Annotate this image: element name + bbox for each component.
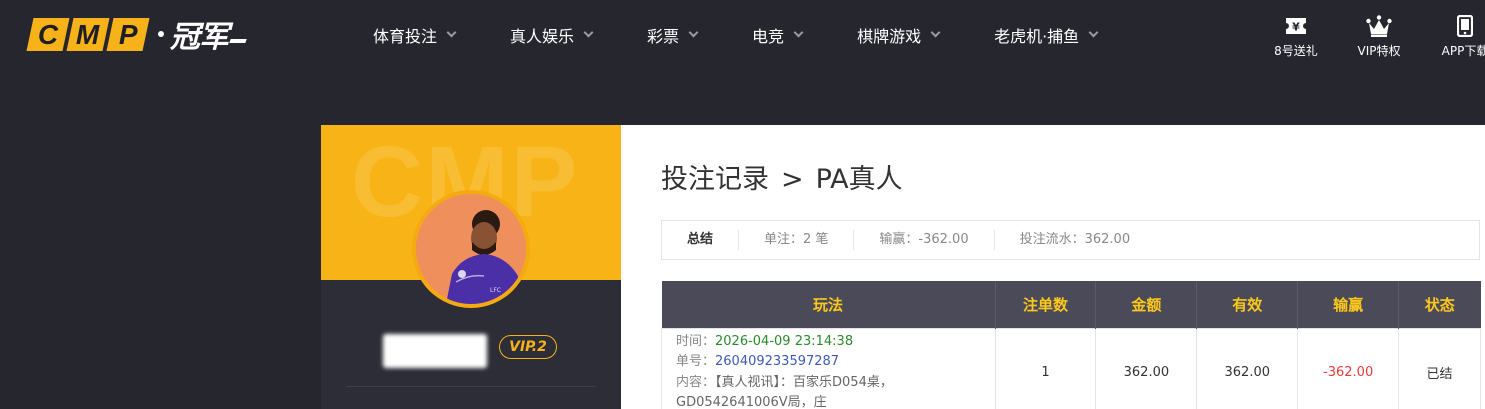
nav-lottery[interactable]: 彩票 bbox=[647, 23, 699, 47]
vip-shortcut[interactable]: VIP特权 bbox=[1344, 14, 1414, 59]
col-header-count: 注单数 bbox=[995, 281, 1097, 328]
bet-valid: 362.00 bbox=[1196, 327, 1299, 409]
nav-label: 电竞 bbox=[752, 27, 785, 46]
svg-text:LFC: LFC bbox=[490, 287, 501, 294]
bet-count: 1 bbox=[994, 327, 1097, 409]
shortcut-label: APP下载 bbox=[1441, 44, 1485, 58]
gift-shortcut[interactable]: ¥ 8号送礼 bbox=[1261, 14, 1331, 59]
col-header-game: 玩法 bbox=[661, 281, 996, 328]
chevron-down-icon bbox=[793, 27, 804, 38]
chevron-down-icon bbox=[583, 27, 594, 38]
phone-icon bbox=[1430, 14, 1485, 38]
avatar-image: LFC bbox=[416, 194, 526, 304]
svg-text:¥: ¥ bbox=[1292, 21, 1300, 34]
nav-label: 真人娱乐 bbox=[510, 27, 575, 46]
shortcut-label: 8号送礼 bbox=[1274, 44, 1318, 58]
summary-bar: 总结 单注：2 笔 输赢：-362.00 投注流水：362.00 bbox=[661, 220, 1480, 260]
chevron-down-icon bbox=[1088, 27, 1099, 38]
nav-esports[interactable]: 电竞 bbox=[752, 23, 804, 47]
summary-winloss: 输赢：-362.00 bbox=[854, 230, 995, 250]
col-header-valid: 有效 bbox=[1196, 281, 1299, 328]
nav-label: 彩票 bbox=[647, 27, 680, 46]
nav-slots-fishing[interactable]: 老虎机·捕鱼 bbox=[994, 23, 1099, 47]
bet-number[interactable]: 260409233597287 bbox=[715, 354, 839, 369]
bet-time-line: 时间：2026-04-09 23:14:38 bbox=[676, 332, 981, 353]
main-nav: 体育投注 真人娱乐 彩票 电竞 棋牌游戏 老虎机·捕鱼 bbox=[373, 0, 1099, 70]
profile-panel: CMP LFC VIP.2 bbox=[321, 125, 621, 409]
bet-winloss: -362.00 bbox=[1297, 327, 1400, 409]
bet-status: 已结 bbox=[1398, 327, 1481, 409]
gift-ticket-icon: ¥ bbox=[1261, 14, 1331, 38]
top-header: C M P 冠军 体育投注 真人娱乐 彩票 电竞 棋牌游戏 老虎机·捕鱼 ¥ 8… bbox=[0, 0, 1485, 70]
bet-detail-cell: 时间：2026-04-09 23:14:38 单号：26040923359728… bbox=[661, 327, 996, 409]
bet-time: 2026-04-09 23:14:38 bbox=[715, 333, 854, 349]
username-redacted bbox=[383, 334, 487, 368]
logo-letter-box: M bbox=[66, 17, 110, 51]
bet-number-line: 单号：260409233597287 bbox=[676, 352, 981, 373]
logo-letter-box: C bbox=[26, 17, 70, 51]
bet-content-line: 内容：【真人视讯】：百家乐D054桌， bbox=[676, 373, 981, 394]
logo-letter: P bbox=[118, 18, 138, 49]
nav-board-games[interactable]: 棋牌游戏 bbox=[857, 23, 941, 47]
chevron-down-icon bbox=[688, 27, 699, 38]
nav-live-casino[interactable]: 真人娱乐 bbox=[510, 23, 594, 47]
breadcrumb-current: PA真人 bbox=[815, 164, 903, 195]
table-header-row: 玩法 注单数 金额 有效 输赢 状态 bbox=[661, 281, 1481, 328]
breadcrumb-separator: > bbox=[781, 164, 804, 195]
nav-label: 老虎机·捕鱼 bbox=[994, 27, 1080, 46]
bet-records-table: 玩法 注单数 金额 有效 输赢 状态 时间：2026-04-09 23:14:3… bbox=[661, 281, 1481, 409]
col-header-winloss: 输赢 bbox=[1297, 281, 1400, 328]
logo-dot bbox=[158, 31, 164, 37]
chevron-down-icon bbox=[446, 27, 457, 38]
logo-tail-mark bbox=[229, 39, 247, 43]
time-label: 时间： bbox=[676, 333, 716, 349]
logo-letter: M bbox=[76, 18, 100, 49]
divider bbox=[346, 386, 596, 387]
nav-label: 体育投注 bbox=[373, 27, 438, 46]
bet-content-cont: GD0542641006V局，庄 bbox=[676, 395, 827, 409]
number-label: 单号： bbox=[676, 354, 716, 369]
bet-amount: 362.00 bbox=[1095, 327, 1198, 409]
bet-records-panel: 投注记录 > PA真人 总结 单注：2 笔 输赢：-362.00 投注流水：362.… bbox=[621, 125, 1485, 409]
cmp-logo[interactable]: C M P 冠军 bbox=[26, 16, 247, 55]
logo-letter-box: P bbox=[106, 17, 150, 51]
logo-letter: C bbox=[37, 18, 59, 49]
summary-title: 总结 bbox=[662, 230, 740, 250]
bet-content: 【真人视讯】：百家乐D054桌， bbox=[715, 374, 893, 390]
crown-icon bbox=[1344, 14, 1414, 38]
table-row[interactable]: 时间：2026-04-09 23:14:38 单号：26040923359728… bbox=[661, 327, 1481, 409]
col-header-amount: 金额 bbox=[1095, 281, 1198, 328]
page-title: 投注记录 > PA真人 bbox=[661, 157, 903, 196]
chevron-down-icon bbox=[930, 27, 941, 38]
nav-label: 棋牌游戏 bbox=[857, 27, 922, 46]
content-label: 内容： bbox=[676, 374, 716, 390]
nav-sports[interactable]: 体育投注 bbox=[373, 23, 457, 47]
avatar[interactable]: LFC bbox=[412, 190, 530, 308]
col-header-status: 状态 bbox=[1398, 281, 1481, 328]
vip-badge[interactable]: VIP.2 bbox=[499, 335, 557, 359]
shortcut-label: VIP特权 bbox=[1357, 44, 1401, 58]
summary-turnover: 投注流水：362.00 bbox=[1019, 232, 1131, 247]
logo-brand-text: 冠军 bbox=[170, 20, 229, 55]
summary-bet-count: 单注：2 笔 bbox=[739, 230, 855, 250]
app-shortcut[interactable]: APP下载 bbox=[1430, 14, 1485, 59]
breadcrumb-parent[interactable]: 投注记录 bbox=[661, 164, 769, 195]
